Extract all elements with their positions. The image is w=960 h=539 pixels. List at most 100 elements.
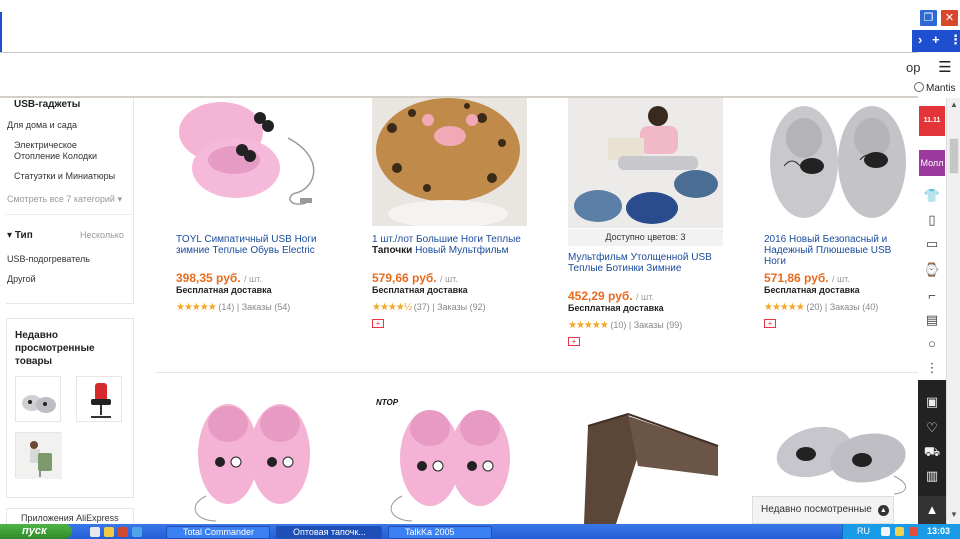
restore-icon[interactable]: ❐ xyxy=(919,9,938,27)
product-price: 398,35 руб. / шт. xyxy=(176,271,262,285)
system-tray: RU 13:03 xyxy=(842,524,960,539)
recent-item-thumb[interactable] xyxy=(76,376,122,422)
recently-viewed-toast[interactable]: Недавно посмотренные ▲ xyxy=(752,496,894,524)
product-price: 579,66 руб. / шт. xyxy=(372,271,458,285)
hamburger-menu-icon[interactable]: ☰ xyxy=(934,58,956,76)
product-title[interactable]: 2016 Новый Безопасный и Надежный Плюшевы… xyxy=(764,234,916,267)
filter-electric-heating[interactable]: Электрическое Отопление Колодки xyxy=(14,140,104,162)
product-image[interactable] xyxy=(764,98,918,226)
mantis-extension[interactable]: Mantis xyxy=(914,82,955,94)
pink-bunny-slippers-image xyxy=(176,396,331,524)
woman-blue-slippers-image xyxy=(568,98,723,228)
screen: ор ❐ ✕ › + ⋮ ☰ Mantis USB-гаджеты Для до… xyxy=(0,0,960,539)
mantis-icon xyxy=(914,82,924,92)
colors-available-band: Доступно цветов: 3 xyxy=(568,229,723,246)
quicklaunch-icon[interactable] xyxy=(104,527,114,537)
scroll-down-arrow-icon[interactable]: ▼ xyxy=(949,510,959,520)
clock[interactable]: 13:03 xyxy=(927,524,950,539)
sale-11-11-badge[interactable]: 11.11 xyxy=(919,106,945,136)
tray-icon[interactable] xyxy=(909,527,918,536)
scrollbar-thumb[interactable] xyxy=(949,138,959,174)
leopard-paw-slipper-image xyxy=(372,98,527,226)
address-bar-edge xyxy=(0,12,2,52)
shoe-icon[interactable]: ⌐ xyxy=(921,288,943,308)
brand-logo: NTOP xyxy=(376,398,399,407)
quicklaunch-icon[interactable] xyxy=(132,527,142,537)
tray-icon[interactable] xyxy=(895,527,904,536)
filter-usb-gadgets[interactable]: USB-гаджеты xyxy=(14,99,80,110)
quicklaunch-icon[interactable] xyxy=(90,527,100,537)
bulb-icon[interactable]: ○ xyxy=(921,336,943,356)
mall-badge[interactable]: Молл xyxy=(919,150,945,176)
coupon-icon[interactable]: ▣ xyxy=(921,394,943,414)
free-shipping-label: Бесплатная доставка xyxy=(568,303,664,313)
orders-link[interactable]: Заказы (40) xyxy=(830,302,879,312)
star-rating-icon: ★★★★★ xyxy=(176,302,217,313)
free-shipping-label: Бесплатная доставка xyxy=(372,285,468,295)
pink-usb-slippers-image xyxy=(176,98,331,226)
taskbar-item-total-commander[interactable]: Total Commander xyxy=(166,526,270,539)
scroll-up-arrow-icon[interactable]: ▲ xyxy=(949,100,959,110)
recently-viewed-title: Недавно просмотренные товары xyxy=(15,330,95,367)
plus-badge-icon: + xyxy=(568,337,580,346)
product-rating: ★★★★★ (20) | Заказы (40) xyxy=(764,302,879,313)
tray-icon[interactable] xyxy=(881,527,890,536)
new-tab-icon[interactable]: + xyxy=(932,32,940,47)
product-price: 571,86 руб. / шт. xyxy=(764,271,850,285)
filter-home-garden[interactable]: Для дома и сада xyxy=(7,120,77,131)
computer-icon[interactable]: ▭ xyxy=(921,236,943,256)
toolbar-divider xyxy=(0,52,918,53)
orders-link[interactable]: Заказы (92) xyxy=(437,302,486,312)
product-title[interactable]: 1 шт./лот Большие Ноги Теплые Тапочки Но… xyxy=(372,234,530,256)
clipboard-icon[interactable]: ▥ xyxy=(921,468,943,488)
gray-usb-slippers-image xyxy=(764,396,918,496)
clothing-icon[interactable]: 👕 xyxy=(921,188,943,208)
language-indicator[interactable]: RU xyxy=(857,524,870,539)
see-all-categories-link[interactable]: Смотреть все 7 категорий ▾ xyxy=(7,194,122,205)
product-image[interactable] xyxy=(176,396,331,524)
cart-icon[interactable]: ⛟ xyxy=(921,444,943,464)
product-title[interactable]: Мультфильм Утолщенной USB Теплые Ботинки… xyxy=(568,252,726,274)
filter-statuettes[interactable]: Статуэтки и Миниатюры xyxy=(14,171,115,182)
taskbar-item-browser[interactable]: Оптовая тапочк... xyxy=(276,526,382,539)
page-scrollbar[interactable]: ▲ ▼ xyxy=(946,98,960,524)
type-filter-header[interactable]: ▾ Тип xyxy=(7,230,33,241)
more-icon[interactable]: ⋮ xyxy=(949,32,960,48)
recent-item-thumb[interactable] xyxy=(15,376,61,422)
product-rating: ★★★★½ (37) | Заказы (92) xyxy=(372,302,486,313)
star-rating-icon: ★★★★★ xyxy=(764,302,805,313)
next-icon[interactable]: › xyxy=(918,32,922,47)
menu-fragment: ор xyxy=(906,60,921,75)
recent-item-thumb[interactable] xyxy=(15,432,62,479)
orders-link[interactable]: Заказы (54) xyxy=(242,302,291,312)
type-filter-value[interactable]: Несколько xyxy=(80,230,124,241)
wishlist-heart-icon[interactable]: ♡ xyxy=(921,420,943,440)
start-button[interactable]: пуск xyxy=(0,524,72,539)
product-title[interactable]: TOYL Симпатичный USB Ноги зимние Теплые … xyxy=(176,234,334,256)
back-to-top-button[interactable]: ▲ xyxy=(918,496,946,524)
triangle-down-icon: ▾ xyxy=(7,230,15,241)
plus-badge-icon: + xyxy=(764,319,776,328)
filter-divider xyxy=(6,214,134,215)
taskbar-item-talkka[interactable]: TalkKa 2005 xyxy=(388,526,492,539)
product-image[interactable] xyxy=(176,98,331,226)
star-rating-icon: ★★★★★ xyxy=(568,320,609,331)
product-image[interactable] xyxy=(372,98,527,226)
close-icon[interactable]: ✕ xyxy=(940,9,959,27)
watch-icon[interactable]: ⌚ xyxy=(921,262,943,282)
product-image[interactable] xyxy=(568,98,723,228)
more-categories-icon[interactable]: ⋮ xyxy=(921,360,943,380)
type-option-usb-heater[interactable]: USB-подогреватель xyxy=(7,254,90,265)
plus-badge-icon: + xyxy=(372,319,384,328)
phone-icon[interactable]: ▯ xyxy=(921,212,943,232)
type-option-other[interactable]: Другой xyxy=(7,274,36,285)
product-image[interactable] xyxy=(372,396,527,524)
browser-topbar: ор xyxy=(0,0,921,98)
slipper-thumb-image xyxy=(22,395,56,413)
bag-icon[interactable]: ▤ xyxy=(921,312,943,332)
orders-link[interactable]: Заказы (99) xyxy=(634,320,683,330)
product-image[interactable] xyxy=(568,396,723,524)
free-shipping-label: Бесплатная доставка xyxy=(176,285,272,295)
product-image[interactable] xyxy=(764,396,918,496)
quicklaunch-icon[interactable] xyxy=(118,527,128,537)
